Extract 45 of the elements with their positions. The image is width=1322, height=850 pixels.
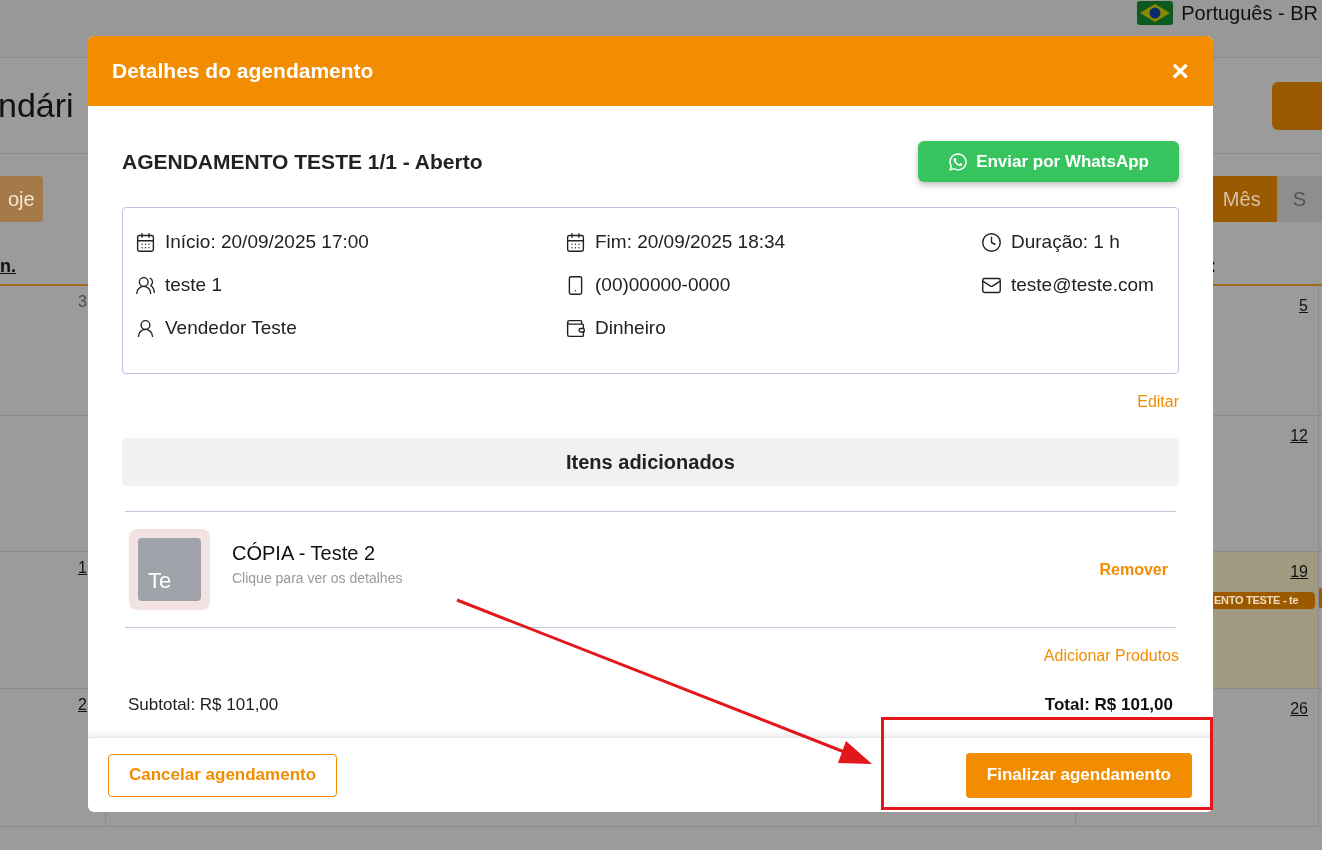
action-button[interactable]: [1272, 81, 1322, 130]
whatsapp-button[interactable]: Enviar por WhatsApp: [918, 141, 1179, 182]
page-title: ndári: [0, 85, 74, 126]
detail-text: teste@teste.com: [1011, 272, 1154, 297]
remove-link[interactable]: Remover: [1099, 557, 1168, 582]
calendar-icon: [135, 231, 156, 253]
thumbnail-initials: Te: [148, 567, 172, 595]
subtotal: Subtotal: R$ 101,00: [128, 694, 279, 716]
detail-text: Dinheiro: [595, 315, 666, 340]
detail-text: Vendedor Teste: [165, 315, 297, 340]
people-icon: [135, 274, 156, 296]
day-number[interactable]: 26: [1290, 697, 1308, 721]
today-button[interactable]: oje: [0, 176, 43, 222]
add-products-link[interactable]: Adicionar Produtos: [1043, 644, 1179, 668]
detail-text: Fim: 20/09/2025 18:34: [595, 229, 786, 254]
appointment-heading: AGENDAMENTO TESTE 1/1 - Aberto: [122, 148, 483, 175]
detail-text: Início: 20/09/2025 17:00: [165, 229, 369, 254]
finish-button[interactable]: Finalizar agendamento: [965, 752, 1192, 798]
edit-link[interactable]: Editar: [1137, 390, 1179, 414]
weekday-header: n.: [0, 255, 16, 278]
day-number[interactable]: 2: [78, 693, 87, 826]
clock-icon: [981, 231, 1002, 253]
dialog-title: Detalhes do agendamento: [112, 58, 374, 85]
calendar-icon: [565, 231, 586, 253]
person-icon: [135, 317, 156, 339]
total: Total: R$ 101,00: [1044, 694, 1173, 716]
view-tab[interactable]: S: [1276, 176, 1322, 222]
day-number[interactable]: 1: [78, 556, 87, 688]
item-name: CÓPIA - Teste 2: [232, 540, 377, 566]
wallet-icon: [565, 317, 586, 339]
detail-text: teste 1: [165, 272, 223, 297]
day-number[interactable]: 12: [1290, 424, 1308, 448]
day-number[interactable]: 3: [78, 290, 87, 415]
flag-icon: [1137, 1, 1174, 25]
day-number[interactable]: 19: [1290, 560, 1308, 584]
item-row[interactable]: Te CÓPIA - Teste 2 Clique para ver os detalhes Remover: [125, 512, 1176, 628]
items-title: Itens adicionados: [566, 450, 735, 475]
detail-text: Duração: 1 h: [1011, 229, 1120, 254]
detail-text: (00)00000-0000: [595, 272, 731, 297]
cancel-button[interactable]: Cancelar agendamento: [108, 753, 338, 797]
item-hint: Clique para ver os detalhes: [232, 568, 403, 588]
whatsapp-icon: [948, 151, 969, 172]
close-button[interactable]: ×: [1171, 56, 1189, 86]
day-number[interactable]: 5: [1299, 294, 1308, 318]
language-selector[interactable]: Português - BR: [1181, 0, 1318, 28]
